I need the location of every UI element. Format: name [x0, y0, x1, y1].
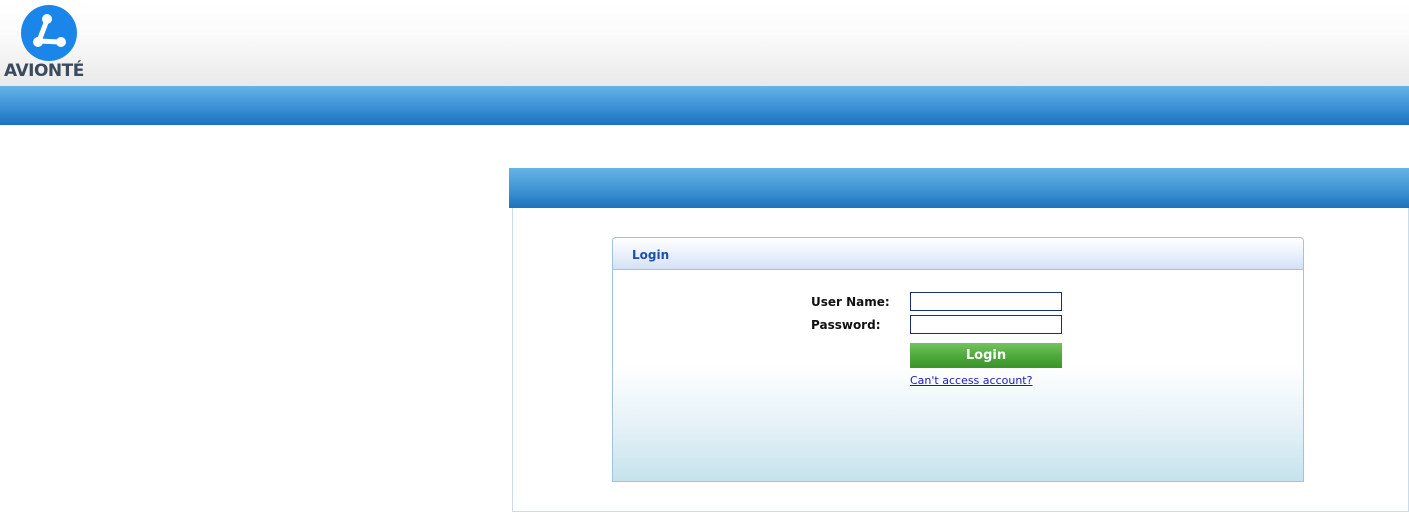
password-input[interactable]	[910, 315, 1062, 334]
header-nav-band	[0, 86, 1409, 125]
brand-logo[interactable]: AVIONTÉ	[4, 3, 94, 83]
login-button[interactable]: Login	[910, 343, 1062, 368]
password-label: Password:	[811, 318, 881, 332]
brand-name: AVIONTÉ	[4, 61, 84, 81]
login-page: AVIONTÉ Login User Name: Password: Login…	[0, 0, 1409, 515]
login-box-header: Login	[613, 238, 1303, 270]
cant-access-account-link[interactable]: Can't access account?	[910, 374, 1032, 387]
login-title: Login	[632, 248, 670, 262]
content-panel-band	[509, 168, 1409, 208]
app-header: AVIONTÉ	[0, 0, 1409, 86]
login-box: Login User Name: Password: Login Can't a…	[612, 237, 1304, 482]
avionte-logo-icon	[21, 5, 77, 61]
username-input[interactable]	[910, 292, 1062, 311]
username-label: User Name:	[811, 295, 890, 309]
